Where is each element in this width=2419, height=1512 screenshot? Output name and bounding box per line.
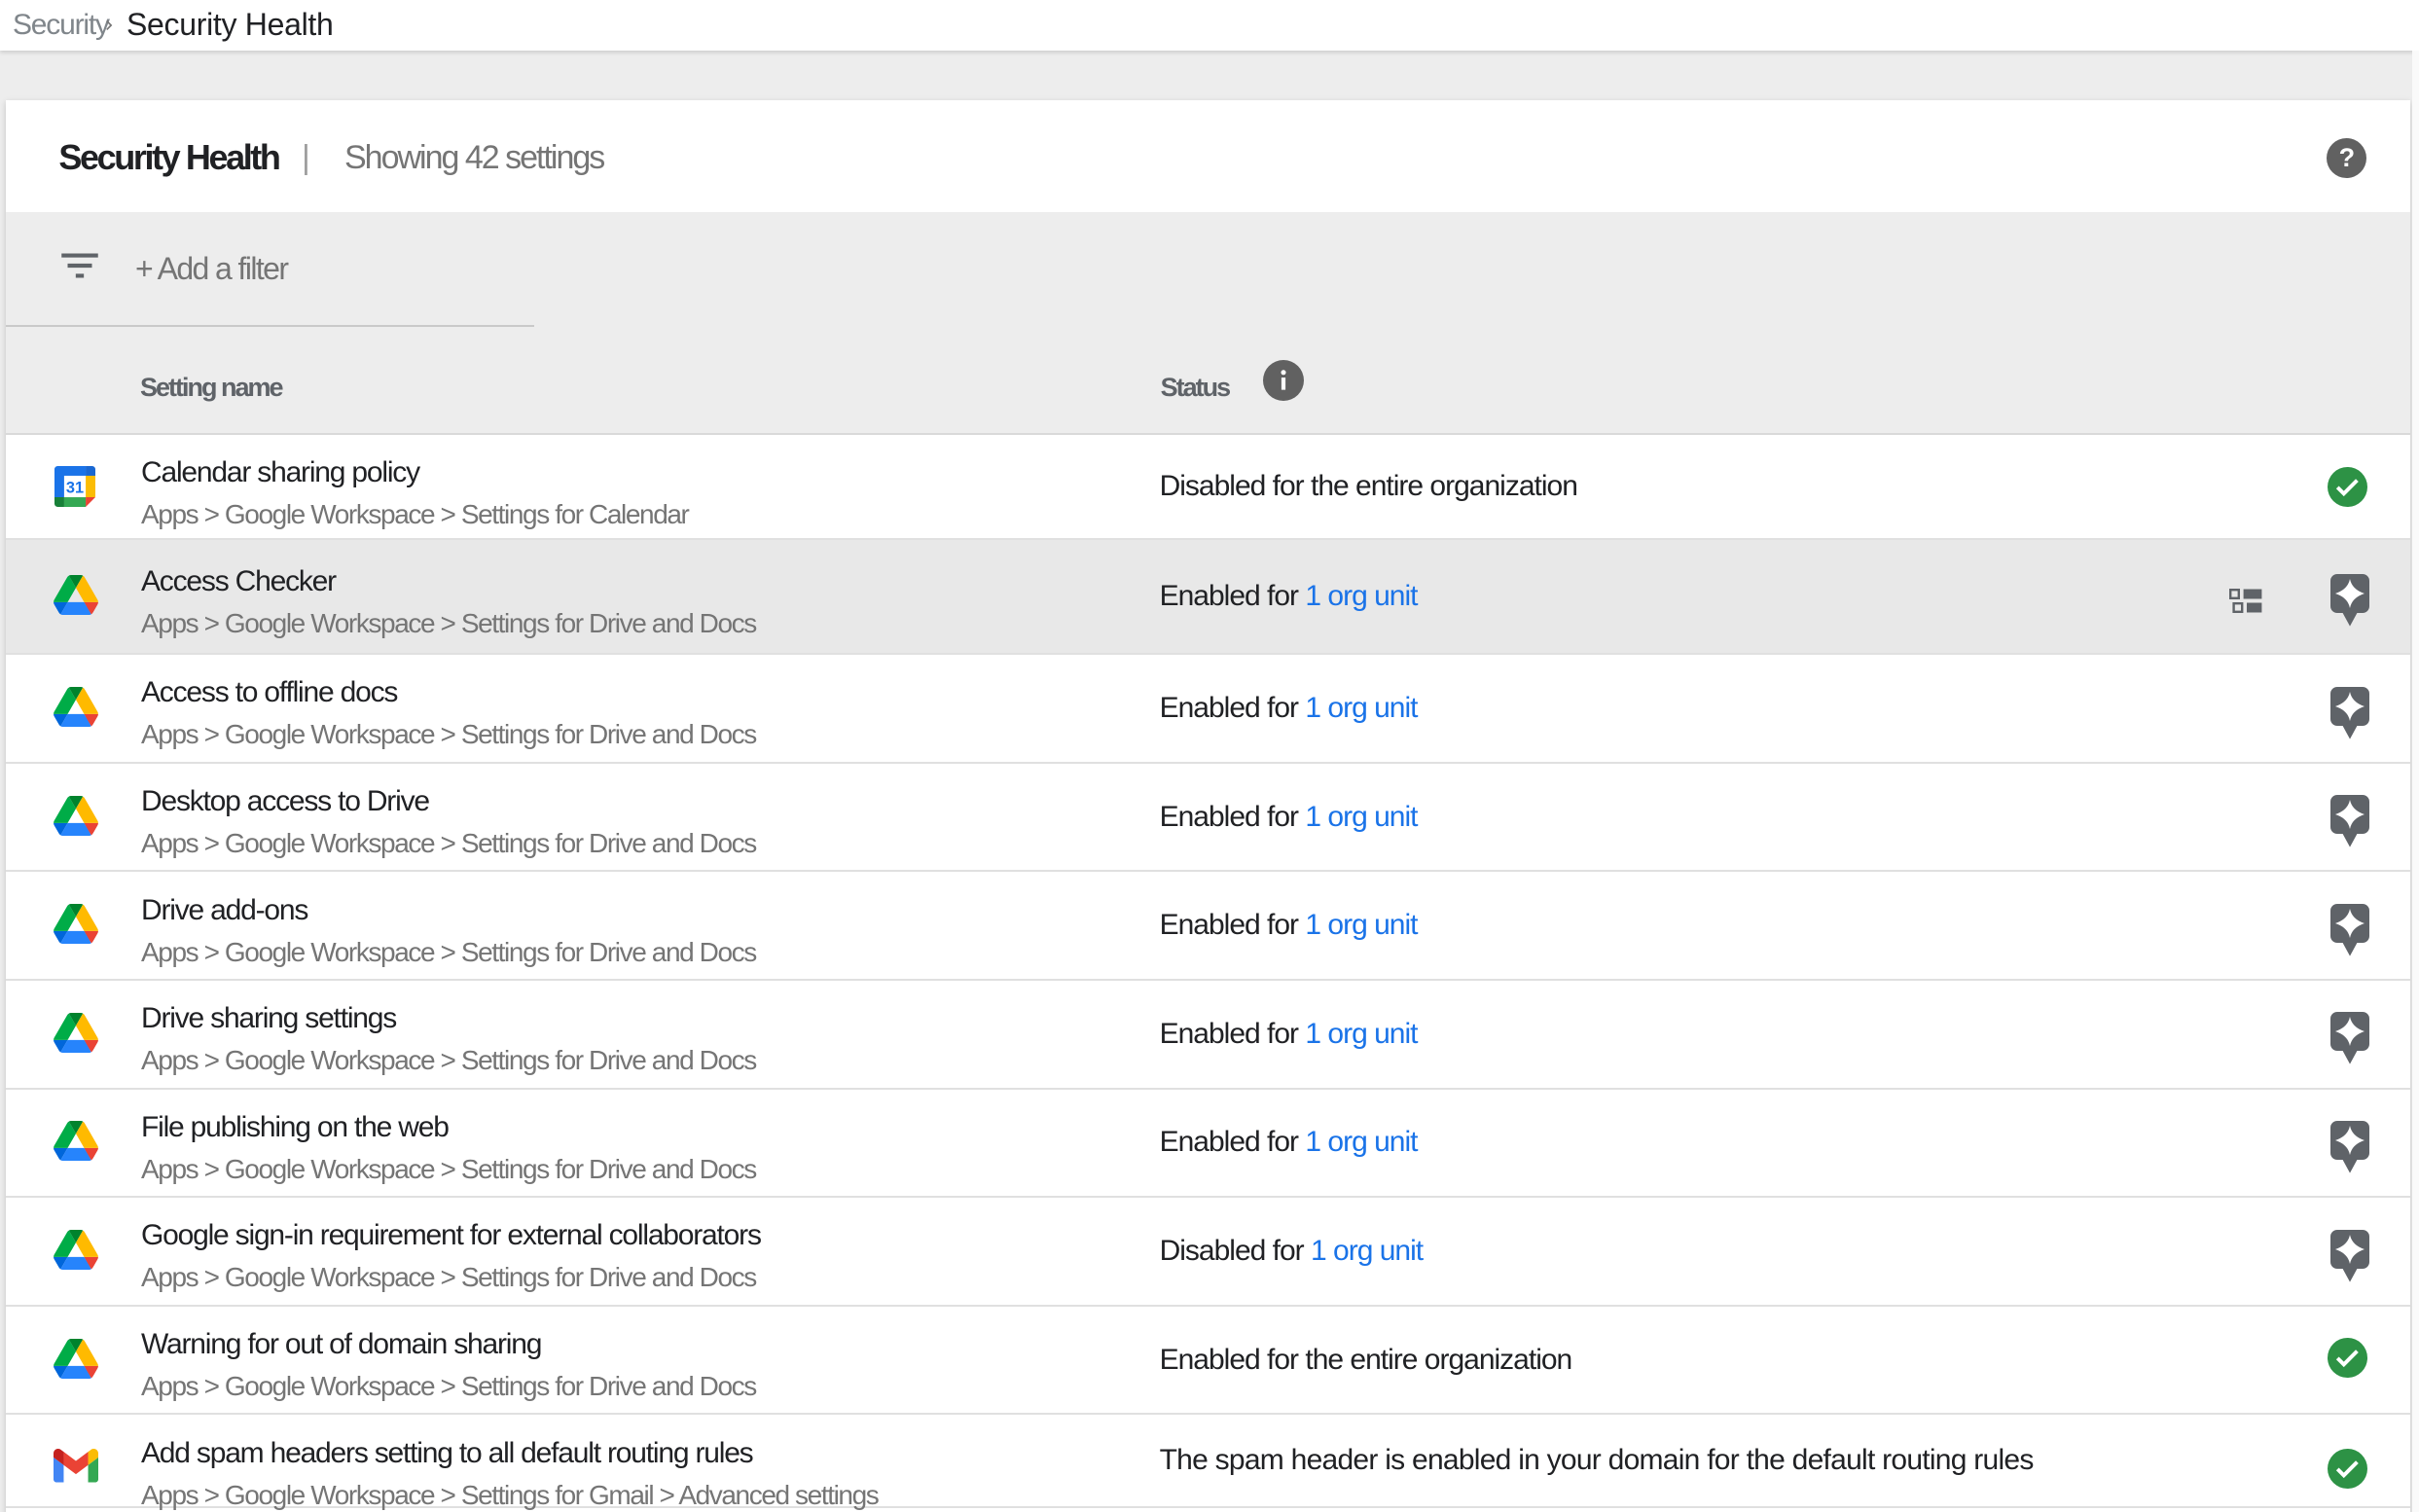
svg-text:31: 31 — [66, 480, 84, 497]
